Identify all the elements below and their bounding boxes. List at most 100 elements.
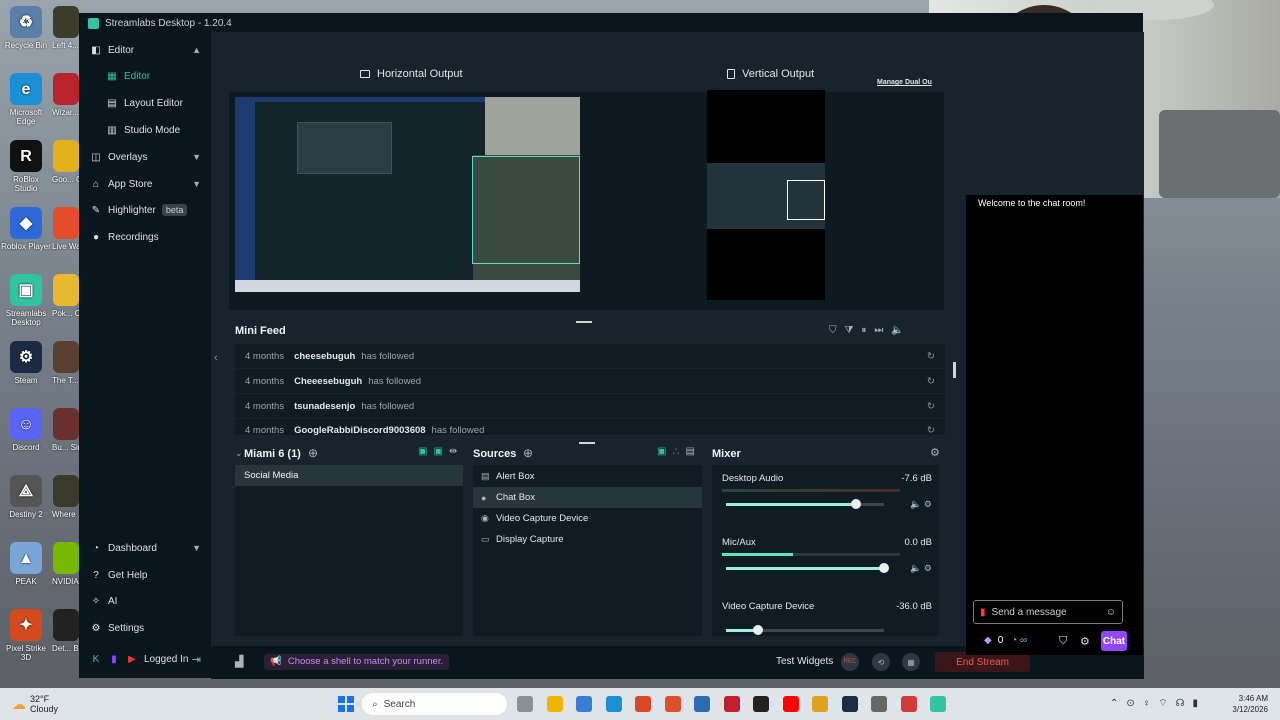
sidebar-logged-in[interactable]: K ▮ ▶ Logged In ⇥: [80, 646, 211, 672]
source-item[interactable]: ● Chat Box: [473, 487, 702, 508]
desktop-icon[interactable]: ⟁ Destiny 2: [1, 475, 51, 519]
replay-buffer-icon[interactable]: ⟲: [872, 653, 890, 671]
vertical-selection-box[interactable]: [787, 180, 825, 220]
scenes-title[interactable]: Miami 6 (1): [244, 448, 301, 460]
settings-icon[interactable]: [871, 696, 887, 712]
end-stream-button[interactable]: End Stream: [935, 652, 1030, 672]
test-widgets-button[interactable]: Test Widgets: [776, 656, 833, 667]
volume-slider[interactable]: [726, 563, 889, 573]
task-view-icon[interactable]: [517, 696, 533, 712]
clock[interactable]: 3:46 AM 3/12/2026: [1222, 693, 1268, 715]
manage-dual-output-link[interactable]: Manage Dual Ou: [877, 79, 932, 86]
desktop-icon[interactable]: Det... Beco...: [52, 609, 79, 653]
add-scene-icon[interactable]: ⊕: [308, 446, 318, 460]
scene-view-icons[interactable]: ▣▣⇹: [418, 446, 463, 457]
desktop-icon[interactable]: The T... Chain...: [52, 341, 79, 385]
mute-settings-icons[interactable]: 🔈 ⚙: [910, 499, 932, 510]
desktop-icon[interactable]: Pok... Champ...: [52, 274, 79, 318]
store-icon[interactable]: [635, 696, 651, 712]
collapse-arrow-icon[interactable]: ‹: [214, 352, 218, 364]
desktop-icon[interactable]: ◆ Roblox Player: [1, 207, 51, 251]
replay-icon[interactable]: ↻: [927, 425, 935, 435]
file-explorer-icon[interactable]: [546, 696, 563, 712]
sidebar-item-layout-editor[interactable]: ▤ Layout Editor: [80, 90, 211, 116]
source-item[interactable]: ▤ Alert Box: [473, 466, 702, 487]
start-button[interactable]: [338, 696, 354, 712]
add-source-icon[interactable]: ⊕: [523, 446, 533, 460]
chrome-icon[interactable]: [694, 696, 710, 712]
feed-scrollbar[interactable]: [953, 362, 956, 378]
mcafee-icon[interactable]: [723, 696, 740, 712]
horizontal-preview[interactable]: [235, 97, 580, 292]
desktop-icon[interactable]: R RoBlox Studio: [1, 140, 51, 193]
desktop-icon[interactable]: Where ... M...: [52, 475, 79, 519]
desktop-icon[interactable]: NVIDIA...: [52, 542, 79, 586]
scenes-chevron-icon[interactable]: ⌄: [235, 448, 243, 459]
source-view-icons[interactable]: ▣⛬▤: [657, 446, 701, 457]
sidebar-editor-section[interactable]: ◧ Editor ▲: [80, 37, 211, 63]
mixer-settings-icon[interactable]: ⚙: [930, 446, 940, 459]
vertical-preview[interactable]: [707, 90, 825, 300]
terminal-icon[interactable]: [753, 696, 769, 712]
sidebar-item-overlays[interactable]: ◫ Overlays ▼: [80, 144, 211, 170]
sidebar-item-highlighter[interactable]: ✎ Highlighter beta: [80, 197, 211, 223]
desktop-icon[interactable]: ⚙ Steam: [1, 341, 51, 385]
desktop-icon[interactable]: Live Wallp...: [52, 207, 79, 251]
replay-icon[interactable]: ↻: [927, 376, 935, 387]
volume-slider[interactable]: [726, 499, 884, 509]
sidebar-item-settings[interactable]: ⚙ Settings: [80, 615, 211, 641]
chat-input[interactable]: ▮ Send a message ☺: [973, 600, 1123, 624]
taskbar-search[interactable]: ⌕ Search: [362, 693, 507, 715]
chat-settings-icon[interactable]: ⚙: [1080, 635, 1090, 648]
desktop-icon[interactable]: ▲ PEAK: [1, 542, 51, 586]
replay-icon[interactable]: ↻: [927, 351, 935, 362]
desktop-icon[interactable]: Wizar...: [52, 73, 79, 117]
chrome-icon[interactable]: [812, 696, 828, 712]
mute-settings-icons[interactable]: 🔈 ⚙: [910, 563, 932, 574]
scene-item[interactable]: Social Media: [235, 465, 463, 486]
selection-box[interactable]: [472, 156, 580, 264]
copilot-icon[interactable]: [576, 696, 592, 712]
source-item[interactable]: ▭ Display Capture: [473, 529, 702, 550]
sidebar-item-ai[interactable]: ✧ AI: [80, 588, 211, 614]
music-icon[interactable]: [900, 696, 917, 712]
resize-handle[interactable]: [579, 442, 595, 444]
streamlabs-icon[interactable]: [930, 696, 946, 712]
desktop-icon[interactable]: Bu... Simul...: [52, 408, 79, 452]
desktop-icon[interactable]: ✦ Pixel Strike 3D: [1, 609, 51, 662]
stats-icon[interactable]: ▟: [235, 655, 243, 668]
rec-button[interactable]: REC: [841, 653, 859, 671]
mini-feed-title: Mini Feed: [235, 325, 286, 337]
desktop-icon[interactable]: Goo... Chro...: [52, 140, 79, 184]
logout-icon[interactable]: ⇥: [192, 653, 201, 666]
desktop-icon[interactable]: ♻ Recycle Bin: [1, 6, 51, 50]
sidebar-item-get-help[interactable]: ? Get Help: [80, 562, 211, 588]
runner-banner[interactable]: 📢 Choose a shell to match your runner.: [264, 654, 450, 670]
desktop-icon[interactable]: Left 4...: [52, 6, 79, 50]
shield-icon[interactable]: ⛉: [1059, 635, 1067, 648]
desktop-icon[interactable]: ☺ Discord: [1, 408, 51, 452]
steam-icon[interactable]: [841, 696, 858, 712]
system-tray-icons[interactable]: ⌃⊙♀⌔☊▮: [1110, 697, 1206, 710]
desktop-icon[interactable]: e Microsoft Edge: [1, 73, 51, 126]
sidebar-item-app-store[interactable]: ⌂ App Store ▼: [80, 171, 211, 197]
replay-icon[interactable]: ↻: [927, 401, 935, 412]
volume-slider[interactable]: [726, 625, 884, 635]
sidebar-item-recordings[interactable]: ● Recordings: [80, 224, 211, 250]
source-item[interactable]: ◉ Video Capture Device: [473, 508, 702, 529]
schedule-icon[interactable]: ▦: [902, 653, 920, 671]
sidebar-item-studio-mode[interactable]: ▥ Studio Mode: [80, 117, 211, 143]
resize-handle[interactable]: [576, 321, 592, 323]
emote-icon[interactable]: ☺: [1106, 607, 1116, 618]
roblox-icon[interactable]: [664, 696, 681, 712]
edge-icon[interactable]: [605, 696, 622, 712]
level-meter: [722, 553, 900, 556]
weather-widget[interactable]: ☁ 32°F Cloudy: [12, 694, 58, 714]
mini-feed-controls[interactable]: ⛉⧩⏸⏭🔈: [829, 325, 912, 336]
chat-send-button[interactable]: Chat: [1101, 631, 1127, 651]
channel-points[interactable]: ◆ 0 ◔ ∞: [984, 635, 1027, 646]
sidebar-item-editor[interactable]: ▦ Editor: [80, 63, 211, 89]
desktop-icon[interactable]: ▣ Streamlabs Desktop: [1, 274, 51, 327]
youtube-icon[interactable]: [782, 696, 799, 712]
sidebar-item-dashboard[interactable]: ◔ Dashboard ▼: [80, 535, 211, 561]
